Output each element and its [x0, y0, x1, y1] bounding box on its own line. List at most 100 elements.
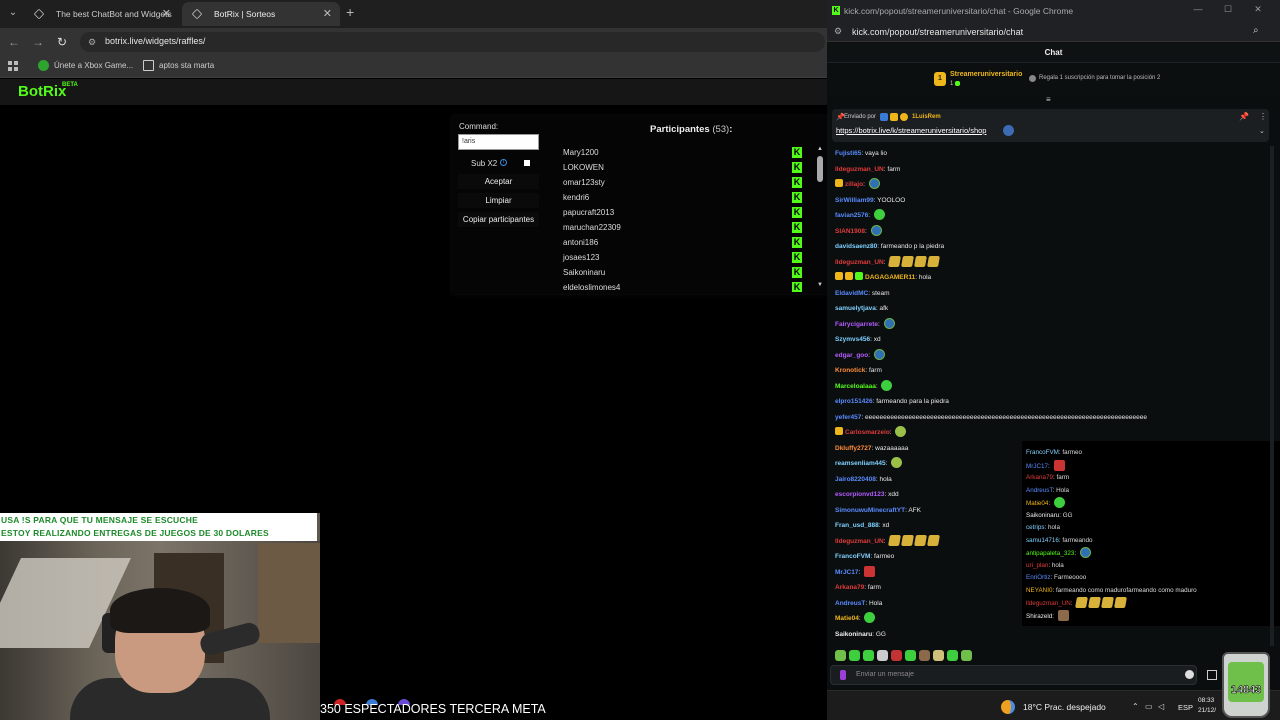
accept-button[interactable]: Aceptar: [458, 174, 539, 189]
chat-username[interactable]: Saikoninaru: [835, 631, 872, 638]
chat-username[interactable]: Arkana79: [835, 584, 864, 591]
chat-username[interactable]: lldeguzman_UN: [1026, 600, 1071, 607]
clock-time[interactable]: 08:33: [1198, 697, 1214, 704]
scroll-up-icon[interactable]: ▲: [816, 146, 824, 152]
chat-username[interactable]: davidsaenz80: [835, 243, 877, 250]
chat-username[interactable]: EldavidMC: [835, 290, 868, 297]
botrix-logo[interactable]: BotRix: [18, 83, 66, 100]
chat-username[interactable]: uri_plan: [1026, 562, 1048, 569]
address-bar[interactable]: ⚙ botrix.live/widgets/raffles/: [80, 32, 825, 52]
chat-username[interactable]: Carlosmarzeio: [845, 429, 890, 436]
chat-username[interactable]: favian2576: [835, 212, 868, 219]
chat-username[interactable]: lldeguzman_UN: [835, 538, 884, 545]
chat-username[interactable]: Szymvs456: [835, 336, 870, 343]
quick-emote-icon[interactable]: [933, 650, 944, 661]
tab-search-icon[interactable]: ⌄: [6, 6, 20, 20]
bookmark-xbox[interactable]: Únete a Xbox Game...: [38, 60, 133, 71]
apps-grid-icon[interactable]: [8, 61, 18, 71]
close-tab-icon[interactable]: ✕: [323, 2, 332, 26]
quick-emote-icon[interactable]: [919, 650, 930, 661]
minimize-icon[interactable]: —: [1191, 4, 1205, 14]
chat-username[interactable]: Saikoninaru: [1026, 512, 1059, 519]
chat-username[interactable]: Jairo8220408: [835, 476, 876, 483]
bookmark-folder-aptos[interactable]: aptos sta marta: [143, 60, 214, 71]
language-indicator[interactable]: ESP: [1178, 703, 1193, 712]
collapse-icon[interactable]: ≡: [1046, 95, 1051, 104]
chat-username[interactable]: Matie04: [835, 615, 859, 622]
tab-chatbot[interactable]: The best ChatBot and Widgets ✕: [24, 2, 179, 26]
chat-username[interactable]: EnriOrtiz: [1026, 574, 1051, 581]
chat-username[interactable]: edgar_goo: [835, 352, 868, 359]
chat-username[interactable]: FrancoFVM: [1026, 449, 1059, 456]
quick-emote-icon[interactable]: [877, 650, 888, 661]
chat-username[interactable]: MrJC17: [1026, 463, 1048, 470]
site-info-icon[interactable]: ⚙: [88, 36, 100, 48]
chat-username[interactable]: lldeguzman_UN: [835, 166, 884, 173]
chat-username[interactable]: Matie04: [1026, 500, 1048, 507]
tray-chevron-icon[interactable]: ⌃: [1132, 703, 1140, 711]
close-tab-icon[interactable]: ✕: [162, 2, 171, 26]
maximize-icon[interactable]: ☐: [1221, 4, 1235, 15]
chevron-down-icon[interactable]: ⌄: [1259, 127, 1265, 135]
chat-username[interactable]: yefer457: [835, 414, 861, 421]
chat-username[interactable]: Shirazeld: [1026, 613, 1052, 620]
chat-username[interactable]: MrJC17: [835, 569, 858, 576]
clear-button[interactable]: Limpiar: [458, 193, 539, 208]
chat-username[interactable]: escorpionvd123: [835, 491, 885, 498]
more-options-icon[interactable]: ⋮: [1259, 112, 1267, 121]
site-settings-icon[interactable]: ⚙: [834, 26, 842, 37]
chat-username[interactable]: Fujisti65: [835, 150, 861, 157]
close-window-icon[interactable]: ✕: [1251, 4, 1265, 15]
pinned-link[interactable]: https://botrix.live/k/streameruniversita…: [836, 126, 986, 135]
chat-username[interactable]: SIAN1908: [835, 228, 865, 235]
chat-username[interactable]: NEYANI0: [1026, 587, 1052, 594]
new-tab-icon[interactable]: +: [346, 4, 354, 20]
weather-text[interactable]: 18°C Prac. despejado: [1023, 702, 1106, 712]
quick-emote-icon[interactable]: [961, 650, 972, 661]
chat-input[interactable]: Enviar un mensaje: [830, 665, 1197, 685]
chat-username[interactable]: samuelytjava: [835, 305, 876, 312]
quick-emote-icon[interactable]: [849, 650, 860, 661]
gift-sub-icon[interactable]: [1207, 670, 1217, 680]
quick-emote-icon[interactable]: [905, 650, 916, 661]
scroll-thumb[interactable]: [817, 156, 823, 182]
chat-username[interactable]: cetrips: [1026, 524, 1045, 531]
back-icon[interactable]: ←: [6, 34, 22, 50]
chat-username[interactable]: Dkluffy2727: [835, 445, 872, 452]
quick-emote-icon[interactable]: [863, 650, 874, 661]
info-icon[interactable]: i: [500, 159, 507, 166]
forward-icon[interactable]: →: [30, 34, 46, 50]
gift-prompt[interactable]: Regala 1 suscripción para tomar la posic…: [1039, 75, 1160, 81]
chat-username[interactable]: SirWilliam99: [835, 197, 874, 204]
network-icon[interactable]: ▭: [1145, 703, 1153, 711]
chat-username[interactable]: antipapaleta_323: [1026, 550, 1074, 557]
clock-date[interactable]: 21/12/: [1198, 707, 1216, 714]
quick-emote-icon[interactable]: [947, 650, 958, 661]
chat-username[interactable]: Kronotick: [835, 367, 865, 374]
chat-username[interactable]: AndreusT: [1026, 487, 1053, 494]
search-icon[interactable]: ⌕: [1253, 25, 1259, 36]
chat-username[interactable]: Marceloalaaa: [835, 383, 876, 390]
chat-username[interactable]: Arkana79: [1026, 474, 1053, 481]
unpin-icon[interactable]: 📌: [1239, 112, 1249, 121]
volume-icon[interactable]: ◁: [1158, 703, 1166, 711]
pinned-by-user[interactable]: 1LuisRem: [912, 114, 941, 120]
chat-username[interactable]: FrancoFVM: [835, 553, 870, 560]
weather-icon[interactable]: [1001, 700, 1015, 714]
emoji-picker-icon[interactable]: [1185, 670, 1194, 679]
chat-username[interactable]: Fairycigarrete: [835, 321, 878, 328]
quick-emote-icon[interactable]: [835, 650, 846, 661]
chat-scrollbar[interactable]: [1270, 146, 1274, 646]
sub-x2-checkbox[interactable]: [524, 160, 530, 166]
chat-username[interactable]: AndreusT: [835, 600, 865, 607]
command-input[interactable]: !aris: [458, 134, 539, 150]
copy-participants-button[interactable]: Copiar participantes: [458, 212, 539, 227]
chat-username[interactable]: DAGAGAMER11: [865, 274, 915, 281]
scroll-down-icon[interactable]: ▼: [816, 282, 824, 288]
chat-username[interactable]: samu14716: [1026, 537, 1059, 544]
chat-username[interactable]: elpro151426: [835, 398, 873, 405]
participants-scrollbar[interactable]: ▲ ▼: [816, 146, 824, 292]
chat-username[interactable]: Fran_usd_888: [835, 522, 879, 529]
reload-icon[interactable]: ↻: [54, 34, 70, 50]
top-gifter-user[interactable]: Streameruniversitario: [950, 71, 1022, 78]
